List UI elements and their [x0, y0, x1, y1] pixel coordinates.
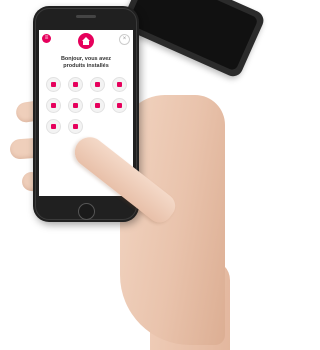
close-icon[interactable]: × — [119, 34, 130, 45]
device-icon — [67, 77, 83, 92]
background-device-face — [127, 0, 259, 72]
device-icon — [67, 98, 83, 113]
greeting-line2: produits installés — [39, 63, 133, 70]
home-icon[interactable] — [78, 33, 94, 49]
thermostat-icon — [89, 77, 105, 92]
app-topbar: ≡ × — [39, 30, 133, 56]
device-icon — [45, 77, 61, 92]
product-tile[interactable] — [64, 119, 86, 135]
phone-home-button[interactable] — [78, 203, 95, 220]
thermostat-icon — [111, 77, 127, 92]
background-device — [119, 0, 267, 80]
product-tile[interactable] — [108, 98, 130, 114]
phone-speaker — [76, 15, 96, 18]
device-icon — [89, 98, 105, 113]
device-icon — [67, 119, 83, 134]
greeting-line2-text: produits installés — [63, 62, 109, 69]
product-tile[interactable] — [42, 77, 64, 93]
product-tile[interactable] — [86, 77, 108, 93]
product-tile[interactable] — [86, 98, 108, 114]
product-tile[interactable] — [64, 98, 86, 114]
location-icon — [45, 119, 61, 134]
product-tile[interactable] — [42, 98, 64, 114]
menu-icon[interactable]: ≡ — [42, 34, 51, 43]
product-tile[interactable] — [64, 77, 86, 93]
product-tile[interactable] — [42, 119, 64, 135]
product-tile[interactable] — [108, 77, 130, 93]
product-grid — [42, 77, 130, 135]
device-icon — [111, 98, 127, 113]
greeting-text: Bonjour, vous avez produits installés — [39, 56, 133, 69]
device-icon — [45, 98, 61, 113]
